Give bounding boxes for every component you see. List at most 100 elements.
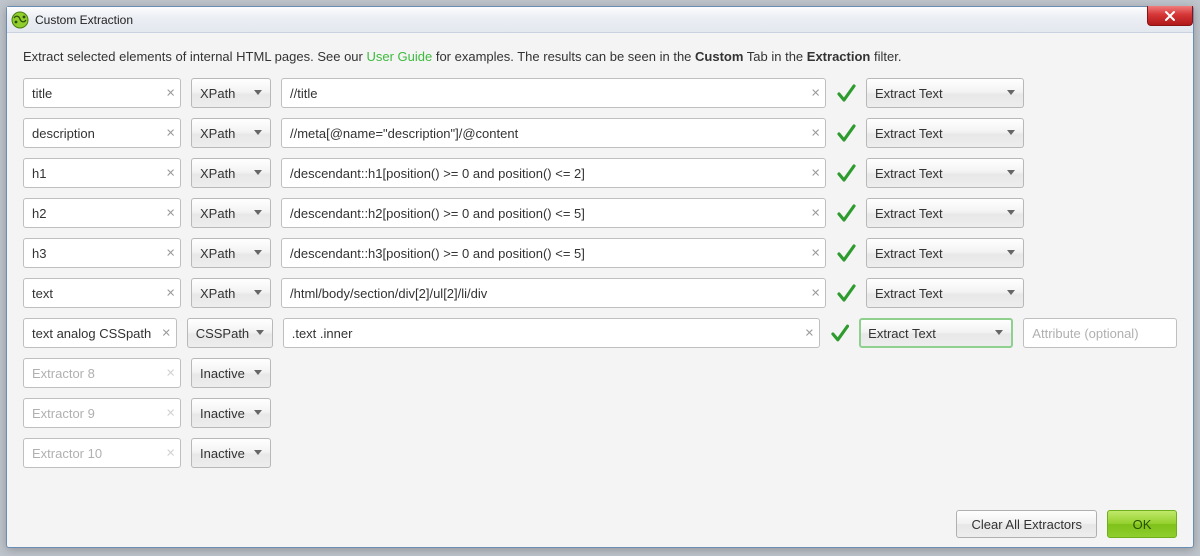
clear-name-icon[interactable]: × (166, 246, 175, 261)
extractor-name-input[interactable] (23, 198, 181, 228)
type-dropdown[interactable]: XPath (191, 118, 271, 148)
intro-text: Extract selected elements of internal HT… (23, 49, 1177, 64)
clear-expression-icon[interactable]: × (811, 126, 820, 141)
expression-input[interactable] (283, 318, 820, 348)
extractor-name-input[interactable] (23, 238, 181, 268)
expression-input[interactable] (281, 78, 826, 108)
extractor-name-input[interactable] (23, 118, 181, 148)
extractor-name-field: × (23, 198, 181, 228)
extract-mode-dropdown[interactable]: Extract Text (866, 198, 1024, 228)
chevron-down-icon (254, 130, 262, 136)
extractor-name-input[interactable] (23, 278, 181, 308)
attribute-field (1023, 318, 1177, 348)
expression-input[interactable] (281, 158, 826, 188)
clear-name-icon[interactable]: × (166, 206, 175, 221)
type-dropdown-label: XPath (200, 206, 235, 221)
extractor-row: × CSSPath × Extract Text (23, 318, 1177, 348)
type-dropdown[interactable]: Inactive (191, 398, 271, 428)
expression-field: × (281, 78, 826, 108)
chevron-down-icon (254, 450, 262, 456)
valid-icon (830, 322, 849, 344)
chevron-down-icon (254, 370, 262, 376)
clear-expression-icon[interactable]: × (805, 326, 814, 341)
clear-expression-icon[interactable]: × (811, 246, 820, 261)
clear-expression-icon[interactable]: × (811, 206, 820, 221)
extractor-name-input[interactable] (23, 158, 181, 188)
extractor-row: × XPath × Extract Text (23, 198, 1177, 228)
extractor-name-field: × (23, 438, 181, 468)
clear-name-icon[interactable]: × (162, 326, 171, 341)
clear-name-icon[interactable]: × (166, 86, 175, 101)
type-dropdown[interactable]: Inactive (191, 438, 271, 468)
type-dropdown-label: XPath (200, 166, 235, 181)
valid-icon (836, 242, 856, 264)
expression-input[interactable] (281, 238, 826, 268)
extract-mode-dropdown[interactable]: Extract Text (866, 78, 1024, 108)
type-dropdown[interactable]: Inactive (191, 358, 271, 388)
custom-extraction-window: Custom Extraction Extract selected eleme… (6, 6, 1194, 548)
chevron-down-icon (254, 250, 262, 256)
content-area: Extract selected elements of internal HT… (7, 33, 1193, 547)
expression-input[interactable] (281, 278, 826, 308)
type-dropdown[interactable]: CSSPath (187, 318, 273, 348)
extract-mode-dropdown[interactable]: Extract Text (859, 318, 1013, 348)
valid-icon (836, 202, 856, 224)
footer: Clear All Extractors OK (7, 501, 1193, 547)
type-dropdown[interactable]: XPath (191, 238, 271, 268)
extract-mode-dropdown[interactable]: Extract Text (866, 278, 1024, 308)
window-title: Custom Extraction (35, 13, 133, 27)
chevron-down-icon (256, 330, 264, 336)
clear-name-icon[interactable]: × (166, 166, 175, 181)
expression-input[interactable] (281, 118, 826, 148)
attribute-input[interactable] (1023, 318, 1177, 348)
extractor-name-field: × (23, 238, 181, 268)
expression-field: × (281, 198, 826, 228)
extract-mode-label: Extract Text (875, 126, 943, 141)
clear-expression-icon[interactable]: × (811, 86, 820, 101)
extractor-row: ×Inactive (23, 358, 1177, 388)
extract-mode-label: Extract Text (875, 206, 943, 221)
extract-mode-dropdown[interactable]: Extract Text (866, 118, 1024, 148)
ok-button[interactable]: OK (1107, 510, 1177, 538)
clear-expression-icon[interactable]: × (811, 286, 820, 301)
clear-name-icon[interactable]: × (166, 286, 175, 301)
user-guide-link[interactable]: User Guide (366, 49, 432, 64)
expression-field: × (281, 158, 826, 188)
chevron-down-icon (254, 90, 262, 96)
titlebar: Custom Extraction (7, 7, 1193, 33)
extract-mode-dropdown[interactable]: Extract Text (866, 158, 1024, 188)
type-dropdown-label: CSSPath (196, 326, 249, 341)
chevron-down-icon (254, 210, 262, 216)
extractor-name-input[interactable] (23, 358, 181, 388)
extractor-name-input[interactable] (23, 318, 177, 348)
clear-all-button[interactable]: Clear All Extractors (956, 510, 1097, 538)
extractor-name-input[interactable] (23, 78, 181, 108)
type-dropdown-label: XPath (200, 126, 235, 141)
extractor-name-input[interactable] (23, 398, 181, 428)
extractor-name-field: × (23, 398, 181, 428)
extractor-row: × XPath × Extract Text (23, 78, 1177, 108)
expression-field: × (283, 318, 820, 348)
type-dropdown[interactable]: XPath (191, 78, 271, 108)
type-dropdown-label: XPath (200, 246, 235, 261)
clear-name-icon[interactable]: × (166, 126, 175, 141)
clear-name-icon: × (166, 446, 175, 461)
extractor-row: × XPath × Extract Text (23, 118, 1177, 148)
extract-mode-label: Extract Text (868, 326, 936, 341)
chevron-down-icon (254, 170, 262, 176)
clear-expression-icon[interactable]: × (811, 166, 820, 181)
expression-field: × (281, 118, 826, 148)
type-dropdown[interactable]: XPath (191, 198, 271, 228)
type-dropdown[interactable]: XPath (191, 158, 271, 188)
valid-icon (836, 162, 856, 184)
extractor-name-field: × (23, 278, 181, 308)
app-icon (11, 11, 29, 29)
close-button[interactable] (1147, 6, 1193, 26)
type-dropdown[interactable]: XPath (191, 278, 271, 308)
chevron-down-icon (254, 290, 262, 296)
expression-field: × (281, 238, 826, 268)
extract-mode-dropdown[interactable]: Extract Text (866, 238, 1024, 268)
expression-input[interactable] (281, 198, 826, 228)
extractor-row: × Inactive (23, 438, 1177, 468)
extractor-name-input[interactable] (23, 438, 181, 468)
